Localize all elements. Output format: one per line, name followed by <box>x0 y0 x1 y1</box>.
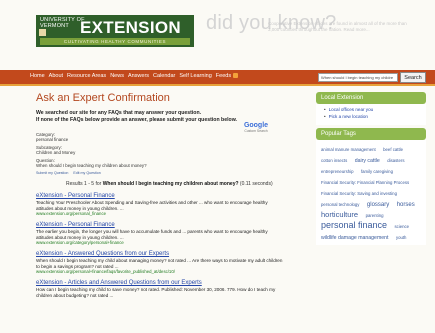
intro-line-1: We searched our site for any FAQs that m… <box>36 110 202 116</box>
logo-extension: EXTENSION <box>80 18 181 37</box>
tag-link[interactable]: youth <box>396 235 407 240</box>
tag-link[interactable]: animal manure management <box>321 147 376 152</box>
question-actions: Submit my Question Edit my Question <box>36 171 308 175</box>
results-time: (0.11 seconds) <box>239 181 273 187</box>
result-snippet: The earlier you begin, the longer you wi… <box>36 229 268 240</box>
search-result: eXtension - Personal Finance The earlier… <box>36 222 286 245</box>
logo-tagline: CULTIVATING HEALTHY COMMUNITIES <box>40 38 190 45</box>
tag-link[interactable]: beef cattle <box>383 147 403 152</box>
custom-search-label: Custom Search <box>244 129 268 133</box>
tag-link[interactable]: Financial Security: Financial Planning P… <box>321 180 409 185</box>
header: UNIVERSITY OF VERMONT EXTENSION CULTIVAT… <box>0 0 435 62</box>
search-result: eXtension - Articles and Answered Questi… <box>36 280 286 298</box>
google-custom-search-badge: Google Custom Search <box>242 122 270 133</box>
nav-item-calendar[interactable]: Calendar <box>153 73 175 79</box>
question-value: When should I begin teaching my children… <box>36 163 147 168</box>
nav-bar: Home About Resource Areas News Answers C… <box>0 70 435 86</box>
tag-link[interactable]: personal technology <box>321 202 359 207</box>
nav-item-about[interactable]: About <box>49 73 63 79</box>
result-title-link[interactable]: eXtension - Articles and Answered Questi… <box>36 280 286 287</box>
sidebar: Local Extension Local offices near you P… <box>316 92 426 245</box>
nav-item-news[interactable]: News <box>110 73 124 79</box>
popular-tags-heading: Popular Tags <box>316 128 426 140</box>
results-query: When should I begin teaching my children… <box>102 181 239 187</box>
google-logo: Google <box>243 122 269 129</box>
did-you-know-text[interactable]: Cooperative Extension offices are found … <box>268 21 418 33</box>
tag-link[interactable]: cotton insects <box>321 158 347 163</box>
result-title-link[interactable]: eXtension - Answered Questions from our … <box>36 251 286 258</box>
tag-link[interactable]: family caregiving <box>361 169 393 174</box>
category-value: personal finance <box>36 137 69 142</box>
results-prefix: Results 1 - 5 for <box>66 181 102 187</box>
tag-link[interactable]: disasters <box>387 158 404 163</box>
logo-university: UNIVERSITY OF VERMONT <box>40 17 85 29</box>
nav-feeds-label: Feeds <box>215 73 232 79</box>
tag-link[interactable]: entrepreneurship <box>321 169 354 174</box>
rss-icon <box>232 73 238 79</box>
search-result: eXtension - Personal Finance Teaching Yo… <box>36 193 286 216</box>
result-url: www.extension.org/personal_finance <box>36 211 106 216</box>
result-url: www.extension.org/personal+finance/faqs/… <box>36 269 175 274</box>
result-snippet: When should I begin teaching my child ab… <box>36 258 283 269</box>
tag-link[interactable]: parenting <box>366 213 384 218</box>
tag-cloud: animal manure management beef cattle cot… <box>316 140 426 245</box>
nav-item-feeds[interactable]: Feeds <box>216 73 238 79</box>
page-title: Ask an Expert Confirmation <box>36 92 170 104</box>
result-title-link[interactable]: eXtension - Personal Finance <box>36 193 286 200</box>
nav-item-answers[interactable]: Answers <box>128 73 149 79</box>
extension-logo[interactable]: UNIVERSITY OF VERMONT EXTENSION CULTIVAT… <box>36 15 194 47</box>
search-result: eXtension - Answered Questions from our … <box>36 251 286 274</box>
tag-link[interactable]: science <box>395 224 410 229</box>
result-snippet: Teaching Your Preschooler About Spending… <box>36 200 268 211</box>
tag-link[interactable]: horses <box>397 202 415 208</box>
edit-question-link[interactable]: Edit my Question <box>73 171 100 175</box>
search-input[interactable] <box>318 73 398 82</box>
tag-link[interactable]: wildlife damage management <box>321 235 388 241</box>
result-url: www.extension.org/category/personal+fina… <box>36 240 124 245</box>
tag-link[interactable]: glossary <box>367 202 389 208</box>
tag-link[interactable]: Financial Security: Saving and investing <box>321 191 397 196</box>
result-snippet: How can I begin teaching my child to sav… <box>36 287 276 298</box>
tag-link[interactable]: dairy cattle <box>355 158 380 164</box>
pick-location-link[interactable]: Pick a new location <box>324 114 421 121</box>
nav-menu: Home About Resource Areas News Answers C… <box>30 73 238 79</box>
nav-item-home[interactable]: Home <box>30 73 45 79</box>
local-extension-heading: Local Extension <box>316 92 426 104</box>
search-button[interactable]: Search <box>400 72 426 83</box>
tag-link[interactable]: horticulture <box>321 210 358 219</box>
submit-question-link[interactable]: Submit my Question <box>36 171 68 175</box>
nav-item-self-learning[interactable]: Self Learning <box>179 73 211 79</box>
results-summary: Results 1 - 5 for When should I begin te… <box>66 181 308 187</box>
result-title-link[interactable]: eXtension - Personal Finance <box>36 222 286 229</box>
nav-item-resource-areas[interactable]: Resource Areas <box>67 73 106 79</box>
local-extension-list: Local offices near you Pick a new locati… <box>324 107 421 120</box>
tag-link[interactable]: personal finance <box>321 220 387 230</box>
local-extension-box: Local offices near you Pick a new locati… <box>316 104 426 125</box>
page: UNIVERSITY OF VERMONT EXTENSION CULTIVAT… <box>0 0 435 333</box>
subcategory-value: Children and Money <box>36 150 76 155</box>
logo-shield-icon <box>39 29 46 36</box>
